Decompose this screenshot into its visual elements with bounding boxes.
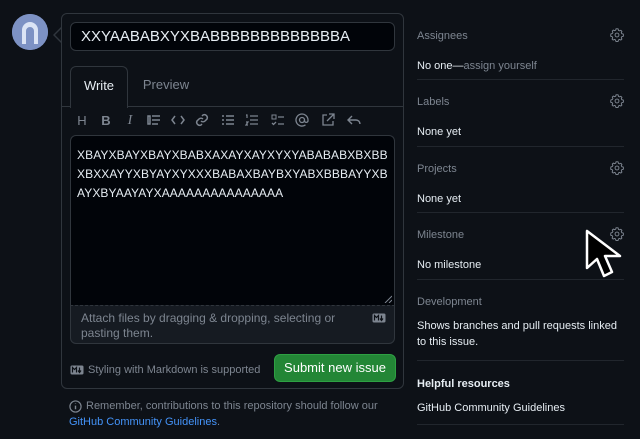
resize-grip-icon[interactable] [384,295,392,303]
sidebar-projects: Projects None yet [417,161,624,213]
ordered-list-icon[interactable] [242,111,262,131]
italic-icon[interactable]: I [120,111,140,131]
sidebar-development: Development Shows branches and pull requ… [417,294,624,361]
issue-title-input[interactable]: XXYAABABXYXBABBBBBBBBBBBBBA [70,22,395,51]
sidebar-assignees: Assignees No one—assign yourself [417,28,624,80]
avatar [12,14,48,50]
labels-title[interactable]: Labels [417,94,624,110]
attach-files-area[interactable]: Attach files by dragging & dropping, sel… [70,305,395,344]
sidebar-labels: Labels None yet [417,94,624,147]
helpful-community-guidelines-link[interactable]: GitHub Community Guidelines [417,400,624,416]
attach-files-text: Attach files by dragging & dropping, sel… [81,311,336,340]
submit-new-issue-button[interactable]: Submit new issue [274,354,396,382]
assignees-value: No one—assign yourself [417,58,624,74]
markdown-support-text[interactable]: Styling with Markdown is supported [70,364,260,376]
info-icon [69,400,82,413]
projects-gear-icon[interactable] [610,161,624,175]
tab-preview[interactable]: Preview [136,66,196,107]
assign-yourself-link[interactable]: assign yourself [463,60,536,72]
issue-body-textarea[interactable]: XBAYXBAYXBAYXBABXAXAYXAYXYXYABABABXBXBBX… [70,135,395,305]
labels-value: None yet [417,126,462,138]
contribution-guidelines-note: Remember, contributions to this reposito… [69,398,399,430]
mouse-cursor-icon [585,229,622,278]
bold-icon[interactable]: B [96,111,116,131]
projects-title[interactable]: Projects [417,161,624,177]
community-guidelines-link[interactable]: GitHub Community Guidelines [69,416,217,428]
task-list-icon[interactable] [268,111,288,131]
markdown-icon [70,365,84,375]
projects-value: None yet [417,193,462,205]
cross-reference-icon[interactable] [318,111,338,131]
helpful-resources-title: Helpful resources [417,378,510,390]
sidebar-helpful-resources: Helpful resources GitHub Community Guide… [417,376,624,425]
development-title: Development [417,296,482,308]
issue-body-text: XBAYXBAYXBAYXBABXAXAYXAYXYXYABABABXBXBBX… [77,148,388,200]
tab-write[interactable]: Write [70,66,128,108]
link-icon[interactable] [192,111,212,131]
markdown-toolbar: H B I [70,107,395,137]
assignees-none: No one— [417,60,464,72]
guidelines-tail: . [216,416,221,428]
labels-gear-icon[interactable] [610,94,624,108]
code-icon[interactable] [168,111,188,131]
development-value: Shows branches and pull requests linked … [417,320,617,348]
mention-icon[interactable] [292,111,312,131]
heading-icon[interactable]: H [72,111,92,131]
assignees-gear-icon[interactable] [610,28,624,42]
issue-composer: XXYAABABXYXBABBBBBBBBBBBBBA Write Previe… [61,13,404,389]
markdown-icon [372,313,386,323]
unordered-list-icon[interactable] [218,111,238,131]
reply-icon[interactable] [344,111,364,131]
quote-icon[interactable] [144,111,164,131]
guidelines-text: Remember, contributions to this reposito… [86,400,378,412]
assignees-title[interactable]: Assignees [417,28,624,44]
editor-tabbar: Write Preview [62,66,403,108]
markdown-support-note: Styling with Markdown is supported [70,362,260,378]
